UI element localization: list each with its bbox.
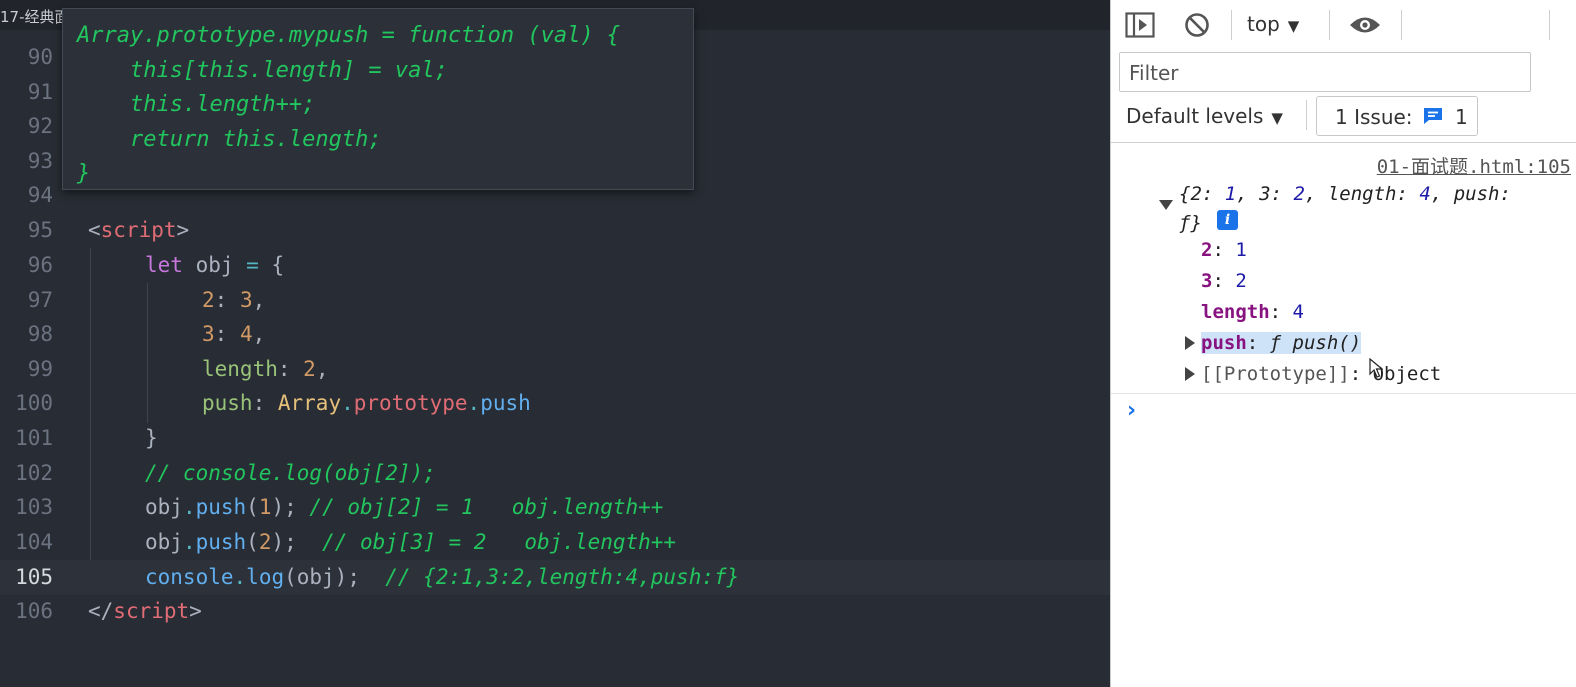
code-text[interactable]: console.log(obj); // {2:1,3:2,length:4,p… bbox=[145, 560, 739, 595]
code-text[interactable]: push: Array.prototype.push bbox=[202, 386, 531, 421]
log-levels-label: Default levels bbox=[1126, 104, 1264, 128]
line-number: 91 bbox=[27, 80, 53, 104]
line-number: 101 bbox=[15, 426, 53, 450]
code-text[interactable]: obj.push(2); // obj[3] = 2 obj.length++ bbox=[145, 525, 676, 560]
eye-icon[interactable] bbox=[1348, 14, 1382, 36]
popup-code-line: } bbox=[77, 161, 91, 186]
code-line-99: 99 length: 2, bbox=[0, 352, 1110, 387]
toolbar-divider bbox=[1549, 10, 1550, 40]
mouse-pointer-icon bbox=[1369, 358, 1383, 378]
code-line-104: 104 obj.push(2); // obj[3] = 2 obj.lengt… bbox=[0, 525, 1110, 560]
code-line-101: 101 } bbox=[0, 421, 1110, 456]
code-line-106: 106 </script> bbox=[0, 594, 1110, 629]
line-number: 95 bbox=[27, 218, 53, 242]
code-text[interactable]: </script> bbox=[88, 594, 202, 629]
line-number: 92 bbox=[27, 114, 53, 138]
code-line-97: 97 2: 3, bbox=[0, 283, 1110, 318]
toolbar-divider bbox=[1306, 100, 1307, 130]
console-entry-divider bbox=[1111, 393, 1576, 394]
log-levels-dropdown[interactable]: Default levels ▼ bbox=[1126, 104, 1283, 128]
line-number: 93 bbox=[27, 149, 53, 173]
code-line-103: 103 obj.push(1); // obj[2] = 1 obj.lengt… bbox=[0, 490, 1110, 525]
code-text[interactable]: 3: 4, bbox=[202, 317, 265, 352]
info-icon[interactable]: i bbox=[1217, 210, 1238, 230]
object-property-row[interactable]: length: 4 bbox=[1201, 298, 1304, 326]
sidebar-toggle-icon[interactable] bbox=[1125, 12, 1155, 38]
source-link[interactable]: 01-面试题.html:105 bbox=[1377, 152, 1571, 179]
toolbar-divider bbox=[1329, 10, 1330, 40]
object-property-row[interactable]: 3: 2 bbox=[1201, 267, 1247, 295]
expand-triangle-icon[interactable] bbox=[1159, 200, 1173, 210]
popup-code-line: this.length++; bbox=[77, 92, 316, 117]
code-text[interactable]: obj.push(1); // obj[2] = 1 obj.length++ bbox=[145, 490, 663, 525]
filter-placeholder: Filter bbox=[1129, 61, 1179, 85]
context-value: top bbox=[1247, 12, 1280, 36]
line-number: 99 bbox=[27, 357, 53, 381]
console-toolbar: top ▼ bbox=[1111, 0, 1576, 50]
code-editor[interactable]: 17-经典面 90 91 92 93 94 95 <script> 96 let… bbox=[0, 0, 1110, 687]
code-line-96: 96 let obj = { bbox=[0, 248, 1110, 283]
toolbar-bottom-border bbox=[1111, 142, 1576, 143]
code-line-102: 102 // console.log(obj[2]); bbox=[0, 456, 1110, 491]
toolbar-divider bbox=[1231, 10, 1232, 40]
issues-button[interactable]: 1 Issue: 1 bbox=[1316, 96, 1478, 136]
code-line-105: 105 console.log(obj); // {2:1,3:2,length… bbox=[0, 560, 1110, 595]
code-text[interactable]: length: 2, bbox=[202, 352, 328, 387]
editor-tab-title[interactable]: 17-经典面 bbox=[0, 6, 70, 27]
dropdown-arrow-icon: ▼ bbox=[1271, 109, 1283, 127]
code-comment[interactable]: // console.log(obj[2]); bbox=[145, 456, 436, 491]
line-number: 96 bbox=[27, 253, 53, 277]
toolbar-divider bbox=[1401, 10, 1402, 40]
object-property-row[interactable]: 2: 1 bbox=[1201, 236, 1247, 264]
code-text[interactable]: <script> bbox=[88, 213, 189, 248]
code-line-100: 100 push: Array.prototype.push bbox=[0, 386, 1110, 421]
devtools-console-panel: top ▼ Filter Default levels ▼ 1 Issue: 1 0… bbox=[1110, 0, 1576, 687]
clear-console-icon[interactable] bbox=[1184, 12, 1210, 38]
expand-triangle-icon[interactable] bbox=[1185, 336, 1195, 350]
line-number: 102 bbox=[15, 461, 53, 485]
line-number: 94 bbox=[27, 183, 53, 207]
popup-code-line: this[this.length] = val; bbox=[77, 58, 448, 83]
expand-triangle-icon[interactable] bbox=[1185, 367, 1195, 381]
code-overlay-popup: Array.prototype.mypush = function (val) … bbox=[62, 8, 694, 190]
code-text[interactable]: } bbox=[145, 421, 158, 456]
line-number: 106 bbox=[15, 599, 53, 623]
popup-code-line: return this.length; bbox=[77, 127, 382, 152]
code-text[interactable]: let obj = { bbox=[145, 248, 284, 283]
object-summary[interactable]: {2: 1, 3: 2, length: 4, push: ƒ} bbox=[1179, 180, 1569, 238]
line-number: 97 bbox=[27, 288, 53, 312]
line-number: 103 bbox=[15, 495, 53, 519]
dropdown-arrow-icon: ▼ bbox=[1287, 17, 1300, 35]
line-number: 98 bbox=[27, 322, 53, 346]
line-number: 100 bbox=[15, 391, 53, 415]
line-number: 90 bbox=[27, 45, 53, 69]
push-property-row[interactable]: push: ƒ push() bbox=[1201, 329, 1362, 357]
line-number: 105 bbox=[15, 565, 53, 589]
console-prompt[interactable]: › bbox=[1127, 398, 1136, 423]
message-icon bbox=[1424, 108, 1442, 124]
popup-code-line: Array.prototype.mypush = function (val) … bbox=[77, 23, 621, 48]
code-text[interactable]: 2: 3, bbox=[202, 283, 265, 318]
context-selector[interactable]: top ▼ bbox=[1247, 12, 1299, 36]
issues-label: 1 Issue: bbox=[1335, 105, 1413, 129]
code-line-95: 95 <script> bbox=[0, 213, 1110, 248]
code-line-98: 98 3: 4, bbox=[0, 317, 1110, 352]
line-number: 104 bbox=[15, 530, 53, 554]
prototype-property-row[interactable]: [[Prototype]]: Object bbox=[1201, 360, 1441, 388]
issues-count: 1 bbox=[1455, 105, 1468, 129]
console-filter-input[interactable]: Filter bbox=[1119, 52, 1531, 92]
